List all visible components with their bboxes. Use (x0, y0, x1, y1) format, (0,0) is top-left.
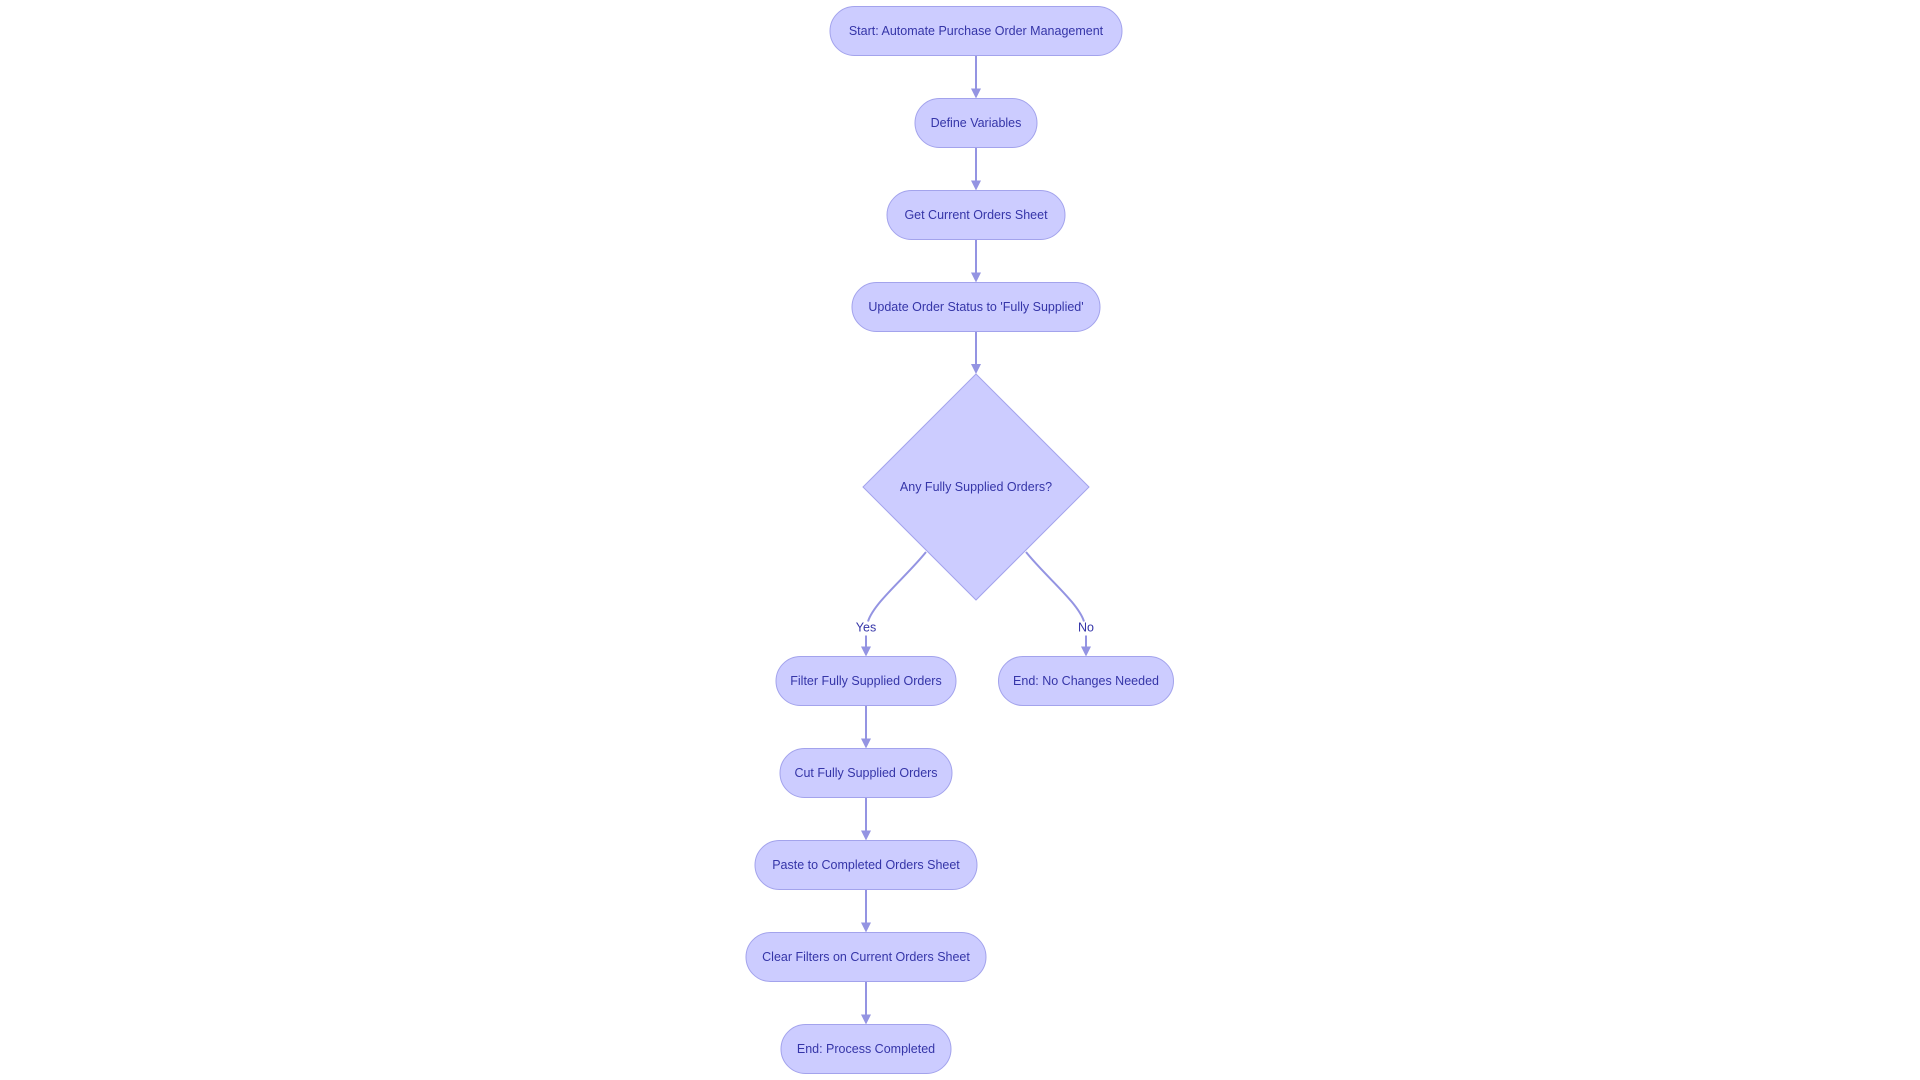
node-label: Clear Filters on Current Orders Sheet (762, 950, 970, 964)
node-end[interactable]: End: Process Completed (780, 1024, 952, 1074)
arrowhead-icon (861, 830, 871, 841)
edge-line (1025, 551, 1087, 648)
edge-label-no: No (1078, 621, 1094, 635)
edge-clear-to-end (861, 981, 871, 1025)
edge-decision-to-filter (861, 551, 927, 657)
arrowhead-icon (971, 88, 981, 99)
edge-cut-to-paste (861, 797, 871, 841)
edge-label-yes: Yes (856, 621, 876, 635)
node-define[interactable]: Define Variables (914, 98, 1038, 148)
node-nochange[interactable]: End: No Changes Needed (998, 656, 1174, 706)
arrowhead-icon (971, 272, 981, 283)
node-clear[interactable]: Clear Filters on Current Orders Sheet (745, 932, 987, 982)
node-decision[interactable]: Any Fully Supplied Orders? (862, 373, 1090, 601)
nodes-layer: Start: Automate Purchase Order Managemen… (745, 6, 1174, 1074)
arrowhead-icon (861, 738, 871, 749)
node-label: Start: Automate Purchase Order Managemen… (849, 24, 1104, 38)
node-label: Filter Fully Supplied Orders (790, 674, 941, 688)
arrowhead-icon (971, 180, 981, 191)
arrowhead-icon (861, 1014, 871, 1025)
node-cut[interactable]: Cut Fully Supplied Orders (779, 748, 953, 798)
edge-filter-to-cut (861, 705, 871, 749)
node-start[interactable]: Start: Automate Purchase Order Managemen… (829, 6, 1123, 56)
node-label: Any Fully Supplied Orders? (900, 480, 1052, 494)
node-label: Get Current Orders Sheet (904, 208, 1048, 222)
node-label: End: No Changes Needed (1013, 674, 1159, 688)
arrowhead-icon (971, 364, 981, 374)
node-filter[interactable]: Filter Fully Supplied Orders (775, 656, 957, 706)
node-get[interactable]: Get Current Orders Sheet (886, 190, 1066, 240)
node-label: Cut Fully Supplied Orders (794, 766, 937, 780)
node-label: Define Variables (931, 116, 1022, 130)
edge-start-to-define (971, 55, 981, 99)
edge-decision-to-nochange (1025, 551, 1091, 657)
node-label: End: Process Completed (797, 1042, 935, 1056)
edge-update-to-decision (971, 331, 981, 374)
node-label: Paste to Completed Orders Sheet (772, 858, 960, 872)
arrowhead-icon (861, 646, 871, 657)
node-paste[interactable]: Paste to Completed Orders Sheet (754, 840, 978, 890)
edge-label-text: Yes (856, 621, 876, 635)
arrowhead-icon (1081, 646, 1091, 657)
edge-label-text: No (1078, 621, 1094, 635)
edge-get-to-update (971, 239, 981, 283)
node-label: Update Order Status to 'Fully Supplied' (868, 300, 1083, 314)
edge-define-to-get (971, 147, 981, 191)
edge-labels-layer: Yes No (856, 621, 1094, 635)
arrowhead-icon (861, 922, 871, 933)
flowchart-diagram: Start: Automate Purchase Order Managemen… (745, 6, 1174, 1074)
edge-paste-to-clear (861, 889, 871, 933)
node-update[interactable]: Update Order Status to 'Fully Supplied' (851, 282, 1101, 332)
